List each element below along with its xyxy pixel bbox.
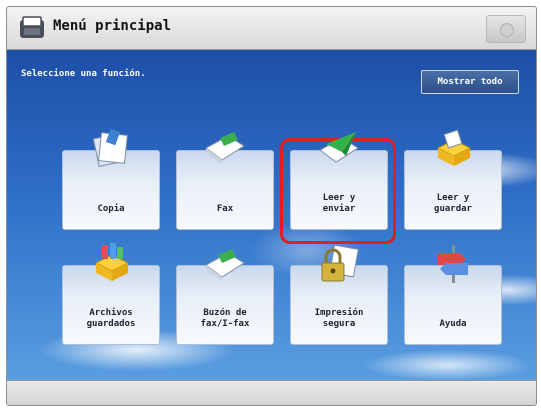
fax-icon [205, 132, 245, 164]
copy-icon [92, 128, 128, 167]
show-all-button[interactable]: Mostrar todo [421, 70, 519, 94]
function-tile-copy[interactable]: Copia [62, 128, 160, 230]
secure-print-icon [321, 244, 359, 282]
main-menu-icon [20, 16, 44, 38]
tile-label: Buzón de fax/I-fax [200, 308, 250, 329]
function-tile-stored-files[interactable]: Archivos guardados [62, 243, 160, 345]
scan-send-icon [319, 132, 359, 163]
function-tile-help[interactable]: Ayuda [404, 245, 502, 345]
fax-inbox-icon [205, 249, 245, 281]
tile-label: Leer y guardar [434, 193, 472, 214]
page-title: Menú principal [53, 18, 172, 34]
title-bar: Menú principal [7, 7, 536, 50]
stored-files-icon [94, 243, 130, 281]
tile-label: Impresión segura [314, 308, 364, 329]
tile-label: Archivos guardados [86, 308, 136, 329]
function-tile-secure-print[interactable]: Impresión segura [290, 244, 388, 345]
status-dot-icon [500, 23, 514, 37]
tile-label: Fax [216, 204, 234, 214]
instruction-text: Seleccione una función. [21, 69, 146, 79]
scan-store-icon [436, 129, 472, 166]
help-icon [438, 245, 468, 283]
device-screen: Menú principal Seleccione una función. M… [6, 6, 537, 406]
system-button[interactable] [486, 15, 526, 43]
function-tile-scan-store[interactable]: Leer y guardar [404, 129, 502, 230]
tile-label: Copia [97, 204, 125, 214]
function-tile-fax-inbox[interactable]: Buzón de fax/I-fax [176, 249, 274, 345]
status-bar [7, 380, 536, 405]
tile-label: Ayuda [439, 319, 467, 329]
function-tile-fax[interactable]: Fax [176, 132, 274, 230]
